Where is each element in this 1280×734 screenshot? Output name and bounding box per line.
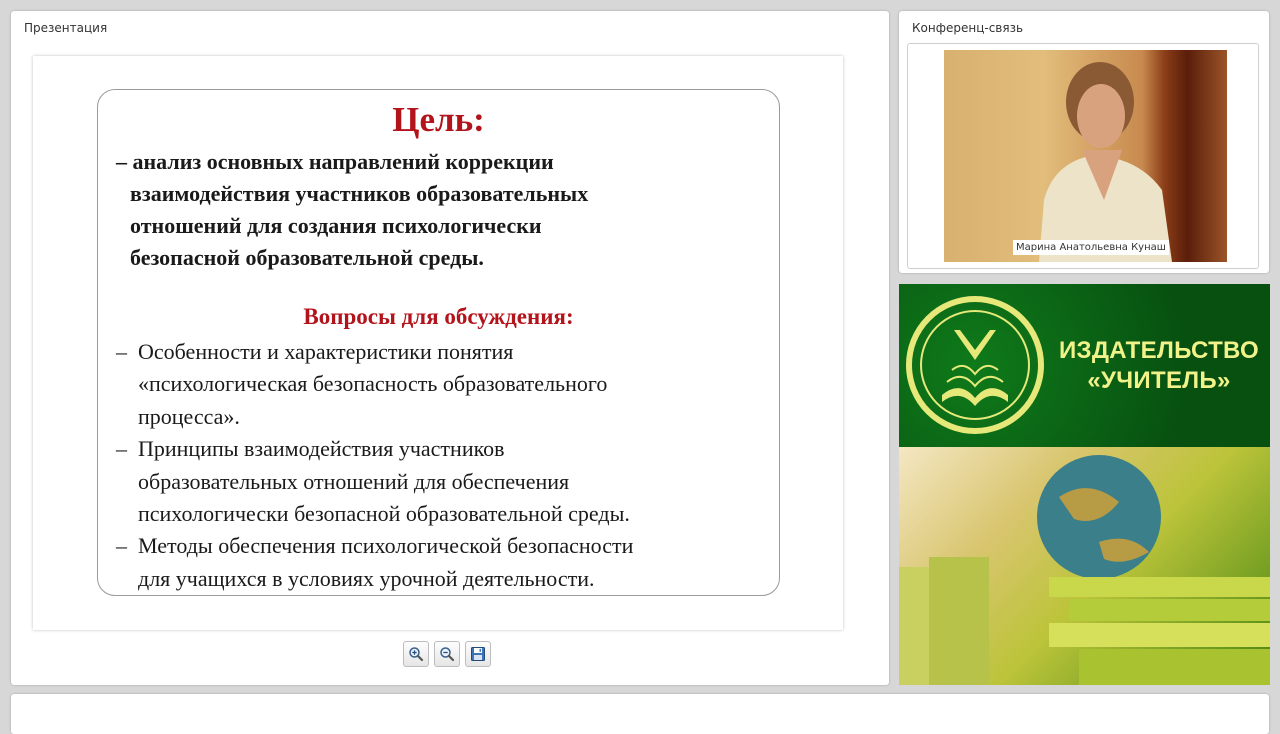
zoom-out-button[interactable] xyxy=(434,641,460,667)
slide-goal-text: – анализ основных направлений коррекции … xyxy=(116,146,756,274)
floppy-disk-icon xyxy=(471,647,485,661)
slide-heading: Цель: xyxy=(392,100,485,139)
speaker-name-caption: Марина Анатольевна Кунаш xyxy=(1013,240,1169,255)
banner-image xyxy=(899,447,1270,685)
speaker-video[interactable]: Марина Анатольевна Кунаш xyxy=(944,50,1227,262)
question-line: «психологическая безопасность образовате… xyxy=(138,371,608,397)
slide-toolbar xyxy=(403,641,491,669)
goal-line: – анализ основных направлений коррекции xyxy=(116,149,554,174)
slide-frame: Цель: – анализ основных направлений корр… xyxy=(33,56,843,630)
dash-marker: – xyxy=(116,436,127,462)
zoom-in-button[interactable] xyxy=(403,641,429,667)
video-frame: Марина Анатольевна Кунаш xyxy=(907,43,1259,269)
presentation-panel-title: Презентация xyxy=(24,21,108,35)
speaker-silhouette xyxy=(1039,62,1172,262)
zoom-in-icon xyxy=(409,647,424,662)
conference-panel: Конференц-связь Марина Анатольевна Кунаш xyxy=(899,11,1269,273)
question-item: – Принципы взаимодействия участников обр… xyxy=(116,433,766,530)
books-and-globe-image xyxy=(899,455,1270,685)
questions-list: – Особенности и характеристики понятия «… xyxy=(116,336,766,595)
presentation-panel: Презентация Цель: – анализ основных напр… xyxy=(11,11,889,685)
zoom-out-icon xyxy=(440,647,455,662)
banner-header: ИЗДАТЕЛЬСТВО «УЧИТЕЛЬ» xyxy=(899,284,1270,447)
question-line: образовательных отношений для обеспечени… xyxy=(138,468,570,494)
question-item: – Методы обеспечения психологической без… xyxy=(116,530,766,595)
questions-title: Вопросы для обсуждения: xyxy=(303,304,574,329)
publisher-name-line1: ИЗДАТЕЛЬСТВО xyxy=(1058,337,1260,364)
dash-marker: – xyxy=(116,339,127,364)
conference-panel-title: Конференц-связь xyxy=(912,21,1024,35)
publisher-banner[interactable]: ИЗДАТЕЛЬСТВО «УЧИТЕЛЬ» xyxy=(899,284,1270,685)
goal-line: взаимодействия участников образовательны… xyxy=(130,181,589,206)
dash-marker: – xyxy=(116,533,127,559)
question-line: процесса». xyxy=(138,403,240,429)
question-line: Методы обеспечения психологической безоп… xyxy=(138,533,634,559)
question-line: Принципы взаимодействия участников xyxy=(138,436,505,462)
publisher-logo-icon xyxy=(906,296,1044,434)
goal-line: отношений для создания психологически xyxy=(130,213,542,238)
question-line: психологически безопасной образовательно… xyxy=(138,501,630,527)
bottom-panel xyxy=(11,694,1269,734)
question-line: для учащихся в условиях урочной деятельн… xyxy=(138,565,595,591)
slide-content-box: Цель: – анализ основных направлений корр… xyxy=(97,89,780,596)
question-line: Особенности и характеристики понятия xyxy=(138,339,514,364)
question-item: – Особенности и характеристики понятия «… xyxy=(116,336,766,433)
publisher-name: ИЗДАТЕЛЬСТВО «УЧИТЕЛЬ» xyxy=(1049,336,1269,396)
save-button[interactable] xyxy=(465,641,491,667)
goal-line: безопасной образовательной среды. xyxy=(130,245,484,270)
publisher-name-line2: «УЧИТЕЛЬ» xyxy=(1087,367,1231,394)
